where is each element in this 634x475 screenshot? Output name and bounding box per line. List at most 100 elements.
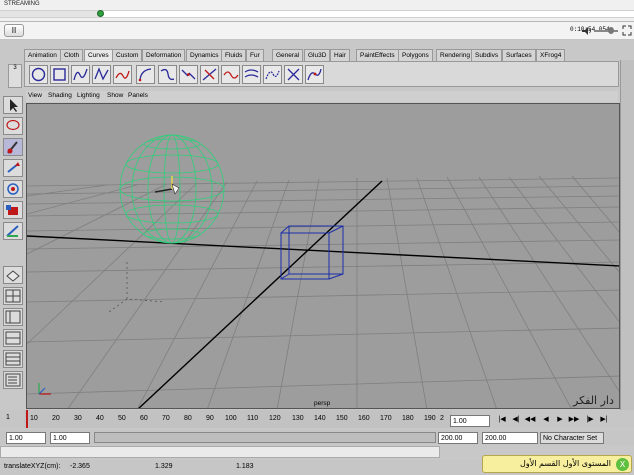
detach-curves-icon[interactable] — [179, 65, 198, 84]
lesson-title: المستوى الأول القسم الأول — [520, 459, 611, 468]
pencil-curve-icon[interactable] — [113, 65, 132, 84]
menu-lighting[interactable]: Lighting — [77, 92, 100, 99]
volume-knob[interactable] — [608, 27, 614, 34]
go-to-start-icon[interactable]: |◀ — [496, 415, 508, 427]
menu-shading[interactable]: Shading — [48, 92, 72, 99]
tab-animation[interactable]: Animation — [24, 49, 61, 61]
timeline-tick: 130 — [292, 415, 304, 422]
fullscreen-icon[interactable] — [622, 25, 632, 36]
single-perspective-layout-icon[interactable] — [3, 266, 23, 284]
menu-panels[interactable]: Panels — [128, 92, 148, 99]
volume-slider[interactable] — [594, 27, 618, 34]
tab-polygons[interactable]: Polygons — [398, 49, 433, 61]
extend-curve-icon[interactable] — [221, 65, 240, 84]
character-set-menu[interactable]: No Character Set — [540, 432, 604, 444]
current-frame-field[interactable]: 1.00 — [450, 415, 490, 427]
timeline-tick: 30 — [74, 415, 82, 422]
tab-fluids[interactable]: Fluids — [221, 49, 247, 61]
lesson-badge-icon: X — [616, 458, 629, 471]
timeline-tick: 40 — [96, 415, 104, 422]
right-side-strip — [620, 60, 634, 410]
insert-knot-icon[interactable] — [200, 65, 219, 84]
nurbs-circle-icon[interactable] — [29, 65, 48, 84]
key-back-icon[interactable]: ◀◀ — [524, 415, 536, 427]
streaming-bar: STREAMING — [0, 0, 634, 22]
progress-knob[interactable] — [97, 10, 105, 17]
speaker-icon[interactable] — [582, 27, 592, 35]
attach-curves-icon[interactable] — [158, 65, 177, 84]
tab-surfaces[interactable]: Surfaces — [502, 49, 536, 61]
manipulator-tool-icon[interactable] — [3, 222, 23, 240]
tab-rendering[interactable]: Rendering — [436, 49, 474, 61]
scale-tool-icon[interactable] — [3, 201, 23, 219]
outliner-layout-icon[interactable] — [3, 371, 23, 389]
play-back-icon[interactable]: ◀ — [540, 415, 552, 427]
command-line-input[interactable] — [0, 446, 440, 458]
tab-xfrog4[interactable]: XFrog4 — [536, 49, 566, 61]
grid-axis-x — [27, 235, 619, 267]
timeline-tick: 20 — [52, 415, 60, 422]
progress-fill — [0, 11, 102, 17]
progress-track[interactable] — [0, 10, 634, 18]
tab-subdivs[interactable]: Subdivs — [471, 49, 503, 61]
tab-painteffects[interactable]: PaintEffects — [356, 49, 399, 61]
add-points-icon[interactable] — [284, 65, 303, 84]
offset-curve-icon[interactable] — [242, 65, 261, 84]
shelf-curves — [24, 61, 619, 87]
playback-end-field[interactable]: 200.00 — [438, 432, 478, 444]
timeline-tick: 150 — [336, 415, 348, 422]
persp-graph-layout-icon[interactable] — [3, 329, 23, 347]
ep-curve-tool-icon[interactable] — [92, 65, 111, 84]
timeline-tick: 100 — [225, 415, 237, 422]
menu-view[interactable]: View — [28, 92, 42, 99]
arc-tool-icon[interactable] — [136, 65, 155, 84]
tab-deformation[interactable]: Deformation — [142, 49, 186, 61]
select-tool-icon[interactable] — [3, 96, 23, 114]
tab-hair[interactable]: Hair — [330, 49, 350, 61]
lasso-tool-icon[interactable] — [3, 117, 23, 135]
range-start-field[interactable]: 1.00 — [6, 432, 46, 444]
timeline-tick: 50 — [118, 415, 126, 422]
time-slider-bar[interactable]: 10 20 30 40 50 60 70 80 90 100 110 120 1… — [24, 410, 452, 428]
playback-start-field[interactable]: 1.00 — [50, 432, 90, 444]
timeline-tick: 80 — [184, 415, 192, 422]
play-forward-icon[interactable]: ▶ — [554, 415, 566, 427]
tab-fur[interactable]: Fur — [246, 49, 264, 61]
key-forward-icon[interactable]: ▶▶ — [568, 415, 580, 427]
range-slider[interactable] — [94, 432, 436, 443]
timeline-tick: 160 — [358, 415, 370, 422]
persp-outliner-layout-icon[interactable] — [3, 308, 23, 326]
tab-glu3d[interactable]: Glu3D — [304, 49, 331, 61]
tab-dynamics[interactable]: Dynamics — [186, 49, 223, 61]
current-time-marker[interactable] — [26, 410, 28, 428]
pause-button[interactable]: II — [4, 24, 24, 37]
cv-curve-tool-icon[interactable] — [71, 65, 90, 84]
curve-editing-tool-icon[interactable] — [305, 65, 324, 84]
four-view-layout-icon[interactable] — [3, 287, 23, 305]
perspective-viewport[interactable]: persp دار الفكر — [26, 103, 620, 409]
rotate-tool-icon[interactable] — [3, 180, 23, 198]
nurbs-square-icon[interactable] — [50, 65, 69, 84]
rebuild-curve-icon[interactable] — [263, 65, 282, 84]
shelf-side-button[interactable]: 3 — [8, 64, 22, 88]
paint-select-tool-icon[interactable] — [3, 138, 23, 156]
cube-wireframe[interactable] — [280, 225, 344, 280]
player-controls: II 0:10:54.054 — [0, 22, 634, 40]
hypershade-layout-icon[interactable] — [3, 350, 23, 368]
tab-cloth[interactable]: Cloth — [60, 49, 84, 61]
go-to-end-icon[interactable]: ▶| — [598, 415, 610, 427]
step-back-icon[interactable]: ◀| — [510, 415, 522, 427]
tab-curves[interactable]: Curves — [84, 49, 113, 61]
step-forward-icon[interactable]: |▶ — [584, 415, 596, 427]
timeline-left-number: 1 — [6, 414, 10, 421]
grid-axis-z — [138, 180, 383, 408]
tab-custom[interactable]: Custom — [112, 49, 143, 61]
lesson-title-badge: المستوى الأول القسم الأول X — [482, 455, 632, 473]
menu-show[interactable]: Show — [107, 92, 123, 99]
timeline-tick: 190 — [424, 415, 436, 422]
move-tool-icon[interactable] — [3, 159, 23, 177]
timeline-tick: 70 — [162, 415, 170, 422]
move-manipulator[interactable] — [154, 176, 180, 195]
tab-general[interactable]: General — [272, 49, 304, 61]
range-end-field[interactable]: 200.00 — [482, 432, 538, 444]
